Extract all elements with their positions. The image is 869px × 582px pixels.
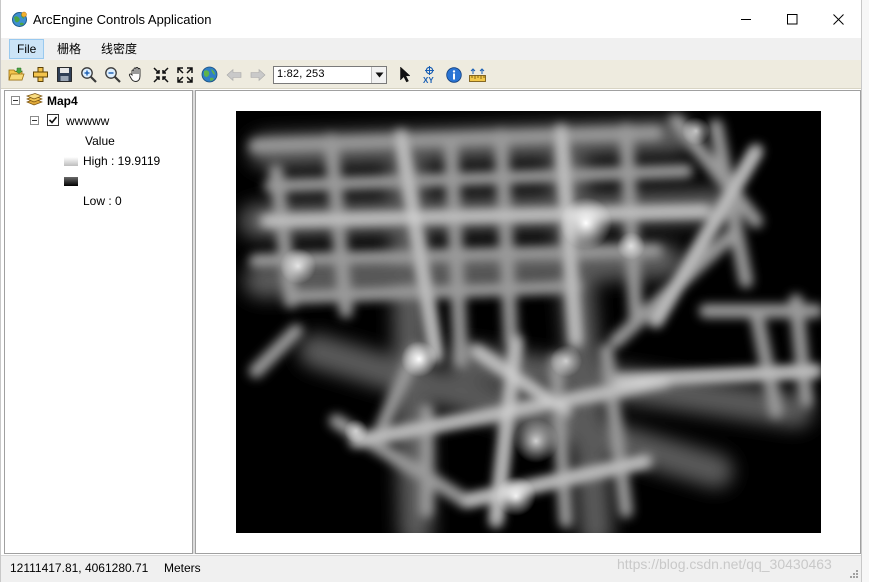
identify-button[interactable] — [444, 65, 463, 84]
coordinates-readout: 12111417.81, 4061280.71 — [10, 561, 149, 575]
identify-icon — [445, 66, 462, 83]
title-bar[interactable]: ArcEngine Controls Application — [1, 0, 861, 38]
window-title: ArcEngine Controls Application — [33, 12, 212, 27]
save-button[interactable] — [55, 65, 74, 84]
measure-button[interactable] — [468, 65, 487, 84]
close-button[interactable] — [815, 0, 861, 38]
pan-button[interactable] — [127, 65, 146, 84]
globe-app-icon — [11, 11, 28, 28]
pan-icon — [128, 67, 141, 82]
goto-xy-icon: XY — [423, 65, 434, 84]
toolbar: 1:82, 253 XY — [1, 60, 861, 89]
minimize-button[interactable] — [723, 0, 769, 38]
high-color-swatch — [64, 157, 78, 166]
fixed-zoom-in-button[interactable] — [151, 65, 170, 84]
checkmark-icon — [48, 116, 58, 124]
full-extent-button[interactable] — [175, 65, 194, 84]
high-value-label: High : 19.9119 — [83, 154, 161, 168]
forward-button[interactable] — [248, 65, 267, 84]
scale-value: 1:82, 253 — [277, 68, 325, 80]
legend-heading: Value — [85, 134, 115, 148]
map-name: Map4 — [47, 94, 78, 108]
minimize-icon — [740, 18, 751, 20]
menu-bar: File 栅格 线密度 — [1, 38, 861, 60]
menu-file[interactable]: File — [9, 39, 45, 59]
open-button[interactable] — [7, 65, 26, 84]
line-density-raster — [236, 111, 821, 533]
back-arrow-icon — [226, 68, 241, 81]
close-icon — [832, 13, 844, 25]
low-value-label: Low : 0 — [83, 194, 122, 208]
resize-grip-icon[interactable] — [849, 568, 859, 578]
low-color-swatch — [64, 177, 78, 186]
svg-text:XY: XY — [423, 76, 434, 84]
select-button[interactable] — [396, 65, 415, 84]
full-extent-icon — [176, 66, 193, 83]
add-data-icon — [33, 67, 48, 82]
zoom-out-button[interactable] — [103, 65, 122, 84]
maximize-icon — [786, 13, 797, 24]
scale-dropdown-button[interactable] — [371, 67, 386, 83]
layer-name[interactable]: wwwww — [66, 114, 109, 128]
measure-icon — [469, 67, 486, 82]
maximize-button[interactable] — [769, 0, 815, 38]
map-collapse-toggle[interactable] — [11, 96, 20, 105]
forward-arrow-icon — [250, 68, 265, 81]
app-window: ArcEngine Controls Application File 栅格 线… — [0, 0, 862, 582]
scale-combobox[interactable]: 1:82, 253 — [273, 66, 387, 84]
open-icon — [8, 67, 25, 81]
layer-collapse-toggle[interactable] — [30, 116, 39, 125]
chevron-down-icon — [375, 72, 383, 78]
menu-line-density[interactable]: 线密度 — [93, 39, 145, 59]
add-data-button[interactable] — [31, 65, 50, 84]
desktop-edge — [862, 0, 869, 582]
globe-button[interactable] — [200, 65, 219, 84]
back-button[interactable] — [224, 65, 243, 84]
toc-control[interactable]: Map4 wwwww Value High : 19.9119 Low : 0 — [4, 90, 193, 554]
map-control[interactable] — [195, 90, 861, 554]
save-icon — [57, 67, 72, 82]
watermark-text: https://blog.csdn.net/qq_30430463 — [617, 556, 832, 572]
zoom-out-icon — [105, 67, 121, 83]
zoom-in-icon — [81, 67, 97, 83]
map-layers-icon — [25, 93, 44, 110]
menu-raster[interactable]: 栅格 — [49, 39, 89, 59]
goto-xy-button[interactable]: XY — [420, 65, 439, 84]
zoom-in-button[interactable] — [79, 65, 98, 84]
layer-visibility-checkbox[interactable] — [47, 114, 59, 126]
globe-icon — [201, 66, 218, 83]
select-arrow-icon — [400, 66, 411, 83]
map-units: Meters — [164, 561, 201, 575]
fixed-zoom-in-icon — [152, 66, 169, 83]
